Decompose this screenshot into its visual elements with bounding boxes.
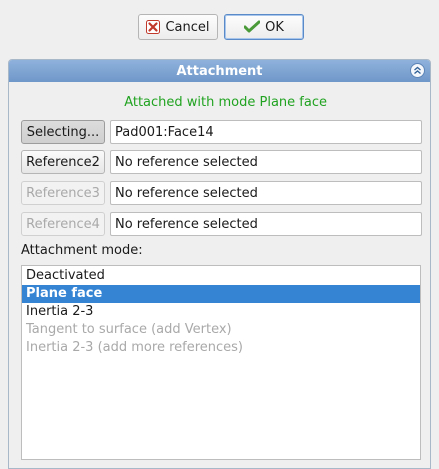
attachment-mode-list[interactable]: Deactivated Plane face Inertia 2-3 Tange… xyxy=(21,265,421,460)
mode-item-deactivated[interactable]: Deactivated xyxy=(22,267,420,285)
ok-button-label: OK xyxy=(265,19,284,35)
collapse-chevron-up-icon[interactable] xyxy=(410,63,425,78)
reference3-field[interactable]: No reference selected xyxy=(110,181,422,205)
cancel-button-label: Cancel xyxy=(165,19,210,35)
panel-header: Attachment xyxy=(9,60,430,82)
reference1-button[interactable]: Selecting... xyxy=(21,120,105,144)
reference4-field[interactable]: No reference selected xyxy=(110,212,422,236)
attachment-panel: Attachment Attached with mode Plane face… xyxy=(8,59,431,469)
reference1-field[interactable]: Pad001:Face14 xyxy=(110,120,422,144)
ok-button[interactable]: OK xyxy=(224,14,304,40)
reference-row-2: Reference2 No reference selected xyxy=(21,150,422,174)
attachment-mode-label: Attachment mode: xyxy=(21,243,143,258)
dialog-button-bar: Cancel OK xyxy=(0,14,439,42)
reference-row-1: Selecting... Pad001:Face14 xyxy=(21,120,422,144)
mode-item-inertia-2-3[interactable]: Inertia 2-3 xyxy=(22,303,420,321)
attachment-status-message: Attached with mode Plane face xyxy=(124,95,327,110)
reference-row-4: Reference4 No reference selected xyxy=(21,212,422,236)
mode-item-inertia-2-3-more-refs[interactable]: Inertia 2-3 (add more references) xyxy=(22,339,420,357)
ok-check-icon xyxy=(244,20,261,34)
reference3-button[interactable]: Reference3 xyxy=(21,181,105,205)
reference2-button[interactable]: Reference2 xyxy=(21,150,105,174)
cancel-x-icon xyxy=(146,20,161,34)
panel-title: Attachment xyxy=(176,63,263,79)
reference2-field[interactable]: No reference selected xyxy=(110,150,422,174)
mode-item-plane-face[interactable]: Plane face xyxy=(22,285,420,303)
reference-row-3: Reference3 No reference selected xyxy=(21,181,422,205)
mode-item-tangent-to-surface[interactable]: Tangent to surface (add Vertex) xyxy=(22,321,420,339)
reference4-button[interactable]: Reference4 xyxy=(21,212,105,236)
cancel-button[interactable]: Cancel xyxy=(138,14,218,40)
